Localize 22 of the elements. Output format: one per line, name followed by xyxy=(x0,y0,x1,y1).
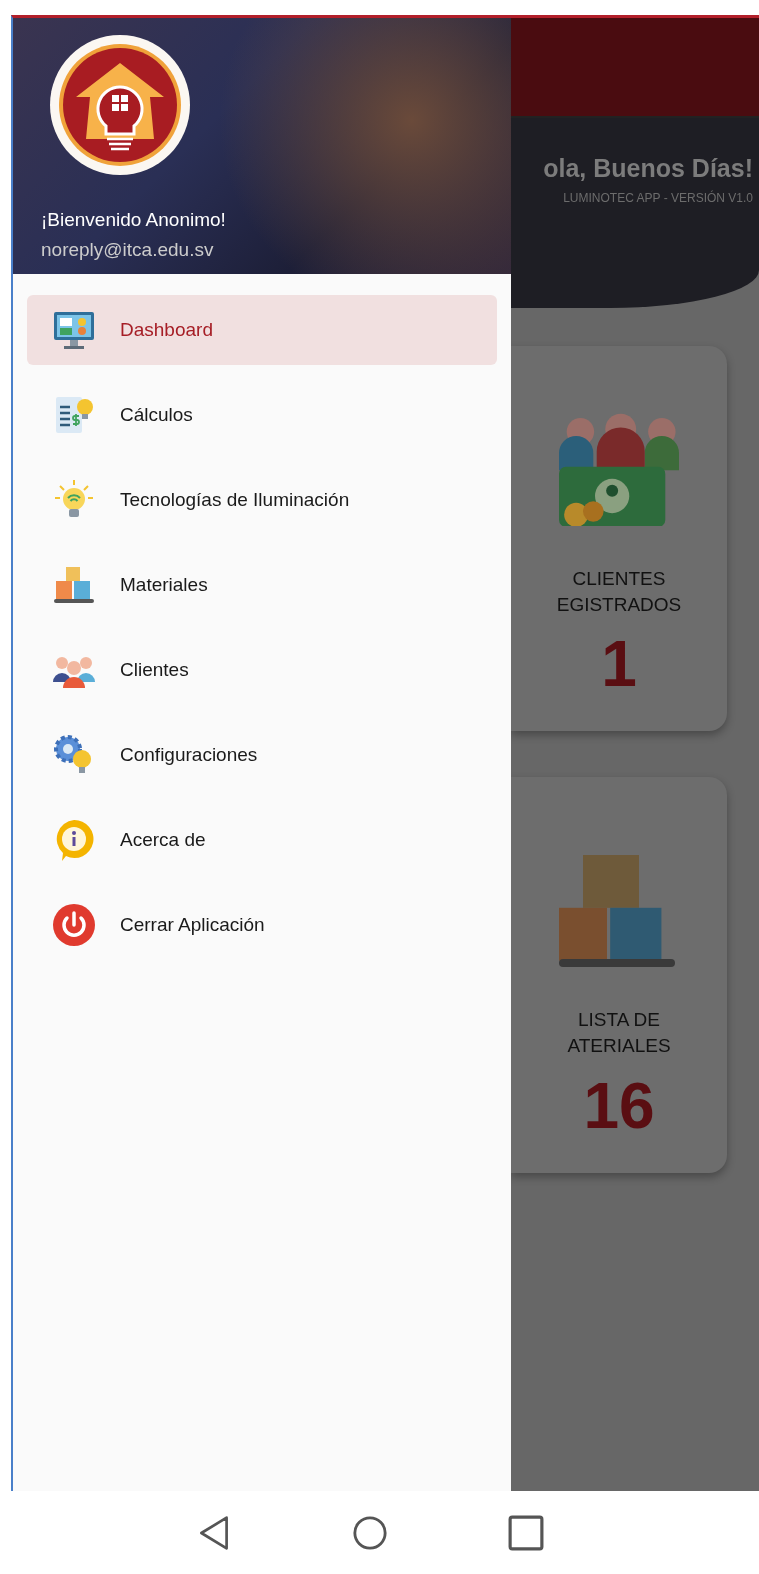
menu-item[interactable]: Acerca de xyxy=(27,805,497,875)
greeting-title: ola, Buenos Días! xyxy=(543,154,753,183)
menu-item[interactable]: Configuraciones xyxy=(27,720,497,790)
power-icon xyxy=(52,903,96,947)
recents-icon[interactable] xyxy=(507,1514,544,1551)
house-bulb-logo-icon xyxy=(50,35,190,175)
card-count: 16 xyxy=(583,1068,655,1143)
menu-item[interactable]: Cerrar Aplicación xyxy=(27,890,497,960)
dashboard-card[interactable]: CLIENTES EGISTRADOS 1 xyxy=(511,346,727,732)
user-email: noreply@itca.edu.sv xyxy=(41,239,214,261)
menu-item[interactable]: Clientes xyxy=(27,635,497,705)
card-title: CLIENTES EGISTRADOS xyxy=(556,567,682,617)
menu-item[interactable]: Dashboard xyxy=(27,295,497,365)
card-count: 1 xyxy=(601,627,637,702)
menu-item[interactable]: Tecnologías de Iluminación xyxy=(27,465,497,535)
card-title: LISTA DE ATERIALES xyxy=(567,1008,671,1058)
menu-item[interactable]: Materiales xyxy=(27,550,497,620)
user-name: ¡Bienvenido Anonimo! xyxy=(41,209,226,231)
menu-item[interactable]: Cálculos xyxy=(27,380,497,450)
app-version-text: LUMINOTEC APP - VERSIÓN V1.0 xyxy=(563,191,753,205)
dashboard-card[interactable]: LISTA DE ATERIALES 16 xyxy=(511,777,727,1173)
home-icon[interactable] xyxy=(351,1514,388,1551)
